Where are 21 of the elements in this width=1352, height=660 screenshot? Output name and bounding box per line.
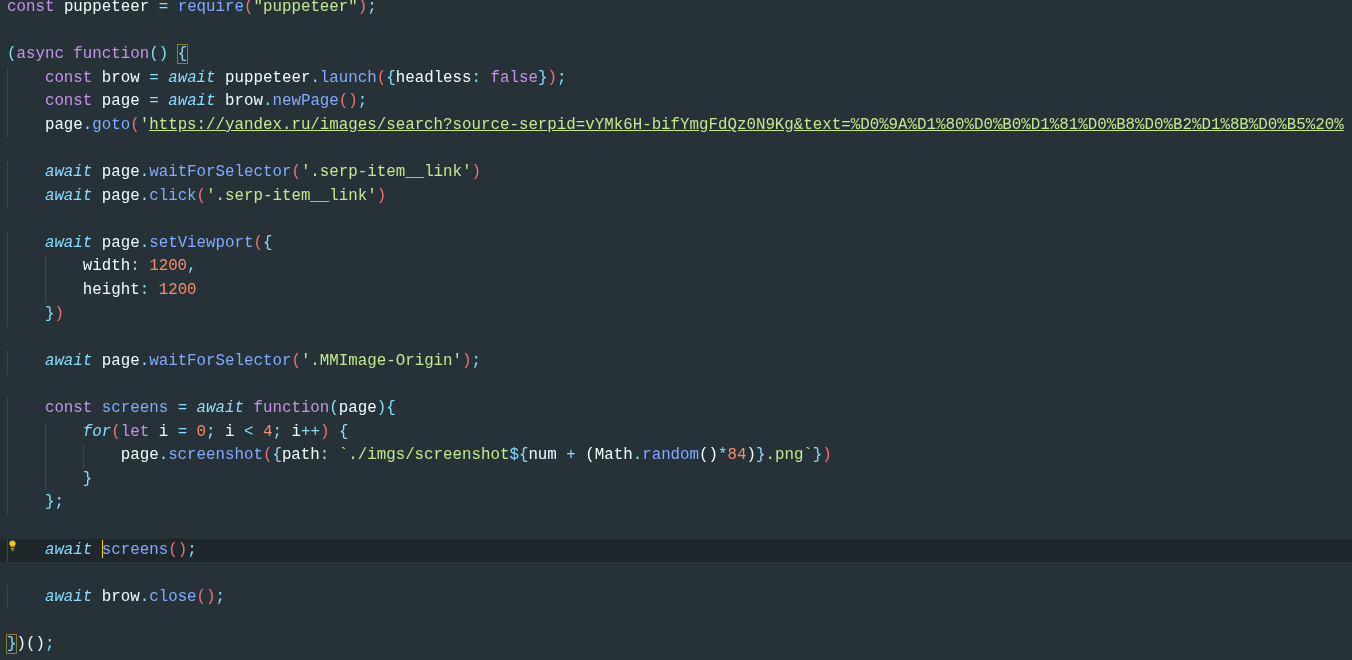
code-line: const page = await brow.newPage();: [44, 91, 368, 113]
code-line: page.screenshot({path: `./imgs/screenshot${num + (Math.random()*84)}.png`}): [120, 445, 832, 467]
lightbulb-icon[interactable]: [7, 539, 18, 551]
code-line: width: 1200,: [82, 256, 197, 278]
code-line: await screens();: [44, 539, 197, 561]
code-line: await page.waitForSelector('.MMImage-Origin');: [44, 350, 481, 372]
code-line: }): [44, 303, 64, 325]
code-line: })();: [7, 633, 55, 655]
code-line: const brow = await puppeteer.launch({headless: false});: [44, 67, 567, 89]
code-line: await page.waitForSelector('.serp-item__link'): [44, 162, 481, 184]
code-line: await page.setViewport({: [44, 232, 273, 254]
code-line: height: 1200: [82, 280, 197, 302]
code-line: const screens = await function(page){: [44, 398, 396, 420]
code-line: await brow.close();: [44, 586, 226, 608]
code-line: page.goto('https://yandex.ru/images/search?source-serpid=vYMk6H-bifYmgFdQz0N9Kg&text=%D0%9A%D1%80%D0%B0%D1%81%D0%B8%D0%B2%D1%8B%D0%B5%20%: [44, 114, 1344, 136]
code-line: const puppeteer = require("puppeteer");: [7, 0, 377, 18]
code-line: (async function() {: [7, 44, 188, 66]
code-line: }: [82, 468, 93, 490]
code-line: };: [44, 492, 64, 514]
code-line: for(let i = 0; i < 4; i++) {: [82, 421, 349, 443]
code-line: await page.click('.serp-item__link'): [44, 185, 387, 207]
